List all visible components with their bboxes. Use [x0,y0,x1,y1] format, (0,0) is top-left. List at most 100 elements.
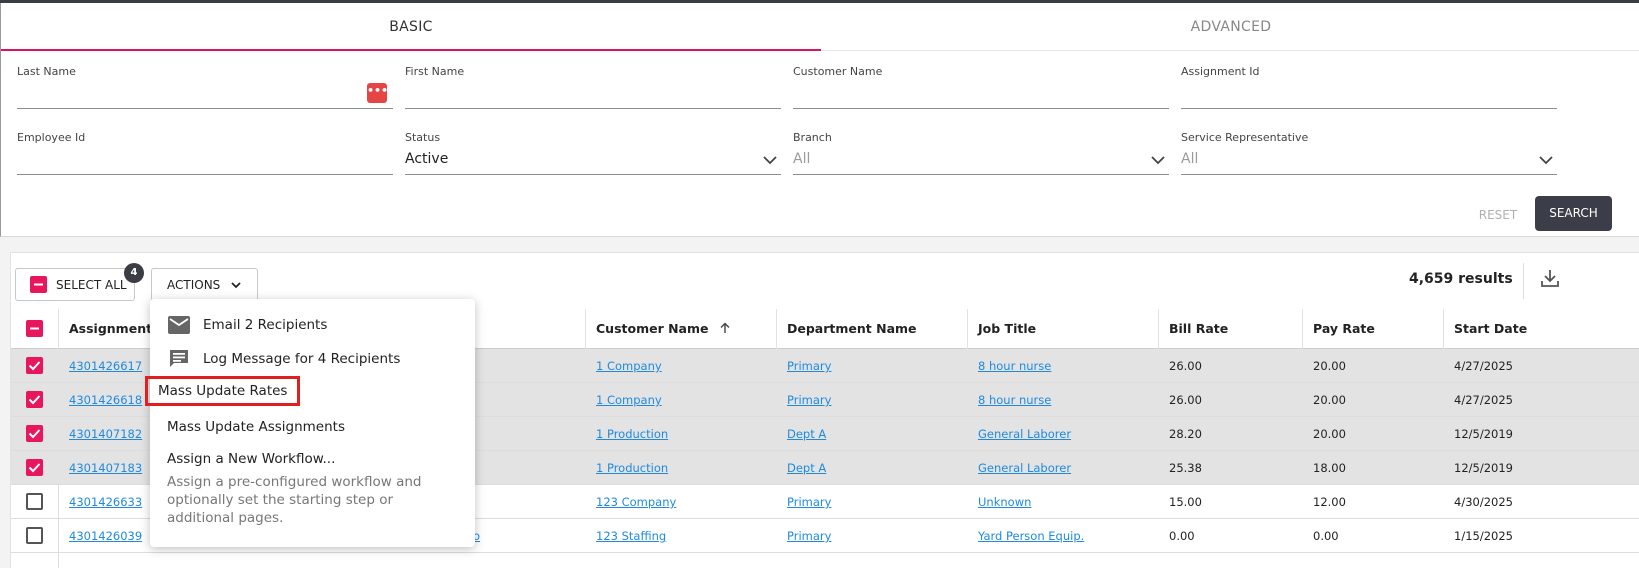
branch-select[interactable]: Branch All [793,131,1169,175]
job-title-link[interactable]: General Laborer [970,417,1071,451]
row-checkbox[interactable] [26,391,43,408]
assignment-id-link[interactable]: 4301426633 [61,485,142,519]
pay-rate: 20.00 [1313,427,1346,441]
branch-label: Branch [793,131,832,144]
bill-rate: 15.00 [1169,495,1202,509]
assignment-id-field[interactable]: Assignment Id [1181,65,1557,109]
customer-link[interactable]: 123 Staffing [588,519,666,553]
column-divider [776,309,777,349]
pay-rate: 12.00 [1313,495,1346,509]
customer-link[interactable]: 1 Company [588,349,662,383]
menu-item-mass-update-assignments[interactable]: Mass Update Assignments [150,415,475,445]
first-name-field[interactable]: First Name [405,65,781,109]
menu-item-mass-update-rates-label: Mass Update Rates [144,376,301,406]
tab-basic[interactable]: BASIC [1,3,821,51]
assignment-id-link[interactable]: 4301407183 [61,451,142,485]
job-title-link[interactable]: 8 hour nurse [970,383,1051,417]
col-customer-name-label: Customer Name [596,321,709,336]
column-divider [1302,309,1303,349]
start-date: 4/27/2025 [1454,359,1513,373]
menu-item-email-label: Email 2 Recipients [203,317,328,333]
menu-item-assign-workflow[interactable]: Assign a New Workflow... Assign a pre-co… [150,449,475,541]
start-date: 12/5/2019 [1454,461,1513,475]
row-checkbox[interactable] [26,357,43,374]
department-link[interactable]: Dept A [779,451,826,485]
bill-rate: 25.38 [1169,461,1202,475]
job-title-link[interactable]: Yard Person Equip. [970,519,1084,553]
selected-count-badge: 4 [124,263,144,283]
column-divider [967,309,968,349]
job-title-link[interactable]: Unknown [970,485,1031,519]
chevron-down-icon [1151,156,1165,165]
row-checkbox[interactable] [26,493,43,510]
start-date: 12/5/2019 [1454,427,1513,441]
row-checkbox[interactable] [26,459,43,476]
tab-advanced[interactable]: ADVANCED [821,3,1639,51]
results-count: 4,659 results [1409,271,1513,287]
customer-link[interactable]: 1 Production [588,417,668,451]
department-link[interactable]: Primary [779,519,831,553]
bill-rate: 26.00 [1169,393,1202,407]
customer-link[interactable]: 123 Company [588,485,676,519]
start-date: 4/30/2025 [1454,495,1513,509]
department-link[interactable]: Primary [779,485,831,519]
column-divider [58,309,59,349]
reset-button[interactable]: RESET [1473,199,1523,231]
last-name-field[interactable]: Last Name ••• [17,65,393,109]
menu-item-mass-update-rates[interactable]: Mass Update Rates [144,376,475,409]
customer-link[interactable]: 1 Company [588,383,662,417]
employee-id-field[interactable]: Employee Id [17,131,393,175]
download-icon[interactable] [1539,267,1561,289]
col-pay-rate[interactable]: Pay Rate [1305,309,1375,349]
pay-rate: 20.00 [1313,359,1346,373]
department-link[interactable]: Primary [779,349,831,383]
column-divider [585,309,586,349]
branch-value: All [793,151,811,167]
menu-item-assign-workflow-label: Assign a New Workflow... [167,451,336,467]
password-dots-icon[interactable]: ••• [367,83,388,103]
menu-item-email[interactable]: Email 2 Recipients [150,313,475,343]
bill-rate: 26.00 [1169,359,1202,373]
assignment-id-link[interactable]: 4301426039 [61,519,142,553]
customer-link[interactable]: 1 Production [588,451,668,485]
customer-name-label: Customer Name [793,65,883,78]
pay-rate: 18.00 [1313,461,1346,475]
assignment-id-link[interactable]: 4301407182 [61,417,142,451]
service-rep-select[interactable]: Service Representative All [1181,131,1557,175]
customer-name-field[interactable]: Customer Name [793,65,1169,109]
indeterminate-checkbox-icon [30,276,47,293]
department-link[interactable]: Dept A [779,417,826,451]
col-bill-rate[interactable]: Bill Rate [1161,309,1228,349]
job-title-link[interactable]: 8 hour nurse [970,349,1051,383]
col-job-title[interactable]: Job Title [970,309,1036,349]
status-select[interactable]: Status Active [405,131,781,175]
assignment-id-link[interactable]: 4301426617 [61,349,142,383]
department-link[interactable]: Primary [779,383,831,417]
service-rep-value: All [1181,151,1199,167]
chevron-down-icon [763,156,777,165]
assignment-id-link[interactable]: 4301426618 [61,383,142,417]
menu-item-mass-update-assignments-label: Mass Update Assignments [167,419,345,435]
search-button[interactable]: SEARCH [1535,196,1612,231]
col-start-date[interactable]: Start Date [1446,309,1527,349]
pay-rate: 20.00 [1313,393,1346,407]
menu-item-log-message-label: Log Message for 4 Recipients [203,351,401,367]
chevron-down-icon [1539,156,1553,165]
header-checkbox[interactable] [26,320,43,337]
actions-button[interactable]: ACTIONS [151,268,258,301]
job-title-link[interactable]: General Laborer [970,451,1071,485]
col-customer-name[interactable]: Customer Name [588,309,731,349]
search-panel: BASIC ADVANCED Last Name ••• First Name … [0,3,1639,237]
col-assignment-id[interactable]: Assignment Id [61,309,156,349]
message-icon [170,350,188,367]
select-all-button[interactable]: SELECT ALL 4 [15,263,144,301]
row-checkbox[interactable] [26,527,43,544]
arrow-up-icon [720,322,730,333]
actions-menu: Email 2 Recipients Log Message for 4 Rec… [144,299,475,547]
bill-rate: 0.00 [1169,529,1195,543]
search-tabs: BASIC ADVANCED [1,3,1639,51]
menu-item-log-message[interactable]: Log Message for 4 Recipients [150,347,475,377]
divider [1523,263,1524,299]
col-department-name[interactable]: Department Name [779,309,917,349]
row-checkbox[interactable] [26,425,43,442]
